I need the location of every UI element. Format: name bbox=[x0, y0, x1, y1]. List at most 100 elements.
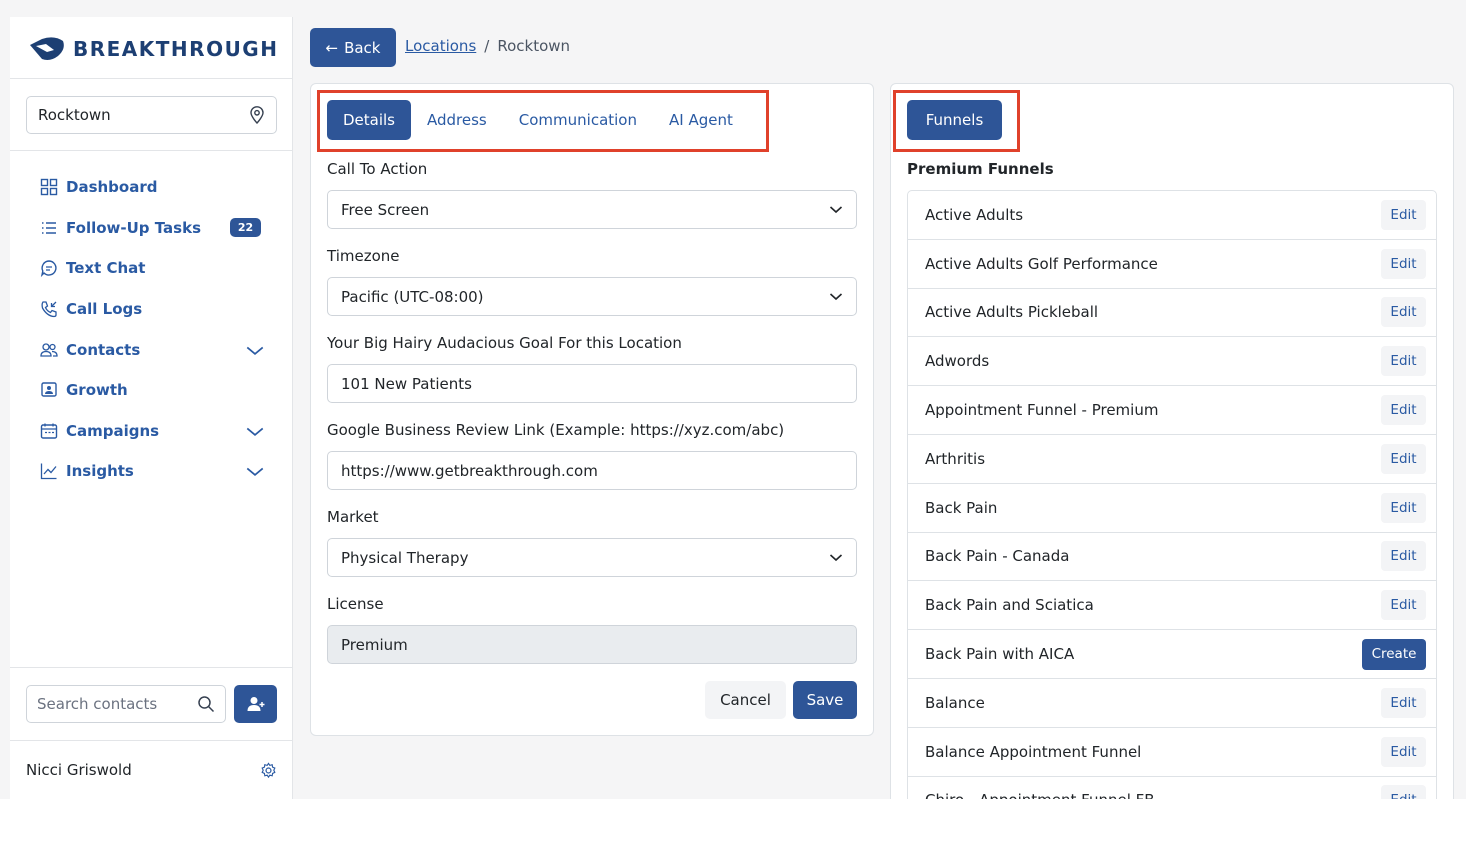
funnel-row: Chiro - Appointment Funnel FB Edit bbox=[908, 777, 1436, 799]
funnel-row: Adwords Edit bbox=[908, 337, 1436, 387]
arrow-left-icon: ← bbox=[325, 38, 339, 57]
section-title: Premium Funnels bbox=[907, 160, 1054, 178]
app-window: BREAKTHROUGH Rocktown Dashboard Follow-U… bbox=[0, 0, 1466, 799]
edit-funnel-button[interactable]: Edit bbox=[1381, 492, 1426, 523]
funnel-row: Back Pain - Canada Edit bbox=[908, 533, 1436, 582]
tabs-highlight-box bbox=[317, 90, 769, 152]
calendar-icon bbox=[40, 423, 58, 439]
funnel-name: Arthritis bbox=[925, 449, 986, 468]
funnel-row: Back Pain and Sciatica Edit bbox=[908, 581, 1436, 631]
save-button[interactable]: Save bbox=[793, 681, 857, 719]
review-link-input[interactable]: https://www.getbreakthrough.com bbox=[327, 451, 857, 490]
edit-funnel-button[interactable]: Edit bbox=[1381, 687, 1426, 718]
funnel-row: Active Adults Pickleball Edit bbox=[908, 289, 1436, 338]
chevron-down-icon[interactable] bbox=[246, 341, 264, 359]
user-plus-icon bbox=[247, 697, 264, 711]
chevron-down-icon[interactable] bbox=[246, 422, 264, 440]
nav-follow-up-tasks[interactable]: Follow-Up Tasks 22 bbox=[40, 208, 262, 249]
nav-call-logs[interactable]: Call Logs bbox=[40, 289, 262, 330]
main-nav: Dashboard Follow-Up Tasks 22 Text Chat C… bbox=[40, 167, 264, 492]
nav-label: Contacts bbox=[66, 340, 141, 359]
cancel-button[interactable]: Cancel bbox=[705, 681, 786, 719]
edit-funnel-button[interactable]: Edit bbox=[1381, 590, 1426, 621]
funnel-name: Active Adults Golf Performance bbox=[925, 254, 1158, 273]
nav-growth[interactable]: Growth bbox=[40, 370, 262, 411]
nav-label: Campaigns bbox=[66, 421, 160, 440]
location-selector[interactable]: Rocktown bbox=[26, 96, 277, 134]
nav-label: Text Chat bbox=[66, 259, 146, 278]
license-label: License bbox=[327, 595, 384, 613]
funnel-name: Back Pain with AICA bbox=[925, 645, 1075, 664]
market-value: Physical Therapy bbox=[341, 548, 469, 567]
search-icon[interactable] bbox=[197, 695, 215, 713]
goal-value: 101 New Patients bbox=[341, 374, 472, 393]
divider bbox=[10, 740, 293, 741]
funnel-name: Chiro - Appointment Funnel FB bbox=[925, 791, 1155, 799]
funnel-name: Active Adults bbox=[925, 205, 1024, 224]
funnels-highlight-box bbox=[893, 90, 1020, 152]
license-value: Premium bbox=[341, 635, 408, 654]
edit-funnel-button[interactable]: Edit bbox=[1381, 199, 1426, 230]
nav-campaigns[interactable]: Campaigns bbox=[40, 411, 264, 452]
funnel-row: Back Pain Edit bbox=[908, 484, 1436, 533]
nav-dashboard[interactable]: Dashboard bbox=[40, 167, 262, 208]
review-link-value: https://www.getbreakthrough.com bbox=[341, 461, 598, 480]
phone-icon bbox=[41, 301, 57, 318]
edit-funnel-button[interactable]: Edit bbox=[1381, 736, 1426, 767]
location-details-panel: Details Address Communication AI Agent C… bbox=[310, 83, 874, 736]
divider bbox=[10, 150, 293, 151]
users-icon bbox=[40, 343, 58, 357]
edit-funnel-button[interactable]: Edit bbox=[1381, 297, 1426, 328]
goal-label: Your Big Hairy Audacious Goal For this L… bbox=[327, 334, 682, 352]
chevron-down-icon[interactable] bbox=[246, 462, 264, 480]
chevron-down-icon bbox=[829, 554, 843, 562]
funnel-name: Adwords bbox=[925, 352, 990, 371]
cta-select[interactable]: Free Screen bbox=[327, 190, 857, 229]
nav-insights[interactable]: Insights bbox=[40, 451, 264, 492]
market-label: Market bbox=[327, 508, 379, 526]
breadcrumb-separator: / bbox=[484, 37, 490, 55]
nav-text-chat[interactable]: Text Chat bbox=[40, 248, 262, 289]
market-select[interactable]: Physical Therapy bbox=[327, 538, 857, 577]
nav-label: Follow-Up Tasks bbox=[66, 218, 202, 237]
location-name: Rocktown bbox=[38, 106, 111, 124]
chat-icon bbox=[40, 260, 57, 278]
edit-funnel-button[interactable]: Edit bbox=[1381, 346, 1426, 377]
search-input[interactable] bbox=[37, 695, 192, 713]
breadcrumb-locations-link[interactable]: Locations bbox=[405, 37, 476, 55]
funnel-row: Back Pain with AICA Create bbox=[908, 630, 1436, 679]
chart-icon bbox=[40, 463, 57, 480]
user-profile: Nicci Griswold bbox=[26, 757, 277, 783]
brand-logo[interactable]: BREAKTHROUGH bbox=[28, 35, 278, 63]
gear-icon[interactable] bbox=[260, 761, 277, 779]
edit-funnel-button[interactable]: Edit bbox=[1381, 395, 1426, 426]
funnel-name: Back Pain - Canada bbox=[925, 547, 1070, 566]
edit-funnel-button[interactable]: Edit bbox=[1381, 541, 1426, 572]
edit-funnel-button[interactable]: Edit bbox=[1381, 248, 1426, 279]
back-button[interactable]: ← Back bbox=[310, 28, 396, 67]
edit-funnel-button[interactable]: Edit bbox=[1381, 785, 1426, 799]
nav-label: Growth bbox=[66, 381, 128, 400]
funnel-name: Balance Appointment Funnel bbox=[925, 742, 1142, 761]
review-link-label: Google Business Review Link (Example: ht… bbox=[327, 421, 785, 439]
user-name: Nicci Griswold bbox=[26, 761, 132, 779]
divider bbox=[10, 78, 293, 79]
chevron-down-icon bbox=[829, 293, 843, 301]
add-contact-button[interactable] bbox=[234, 685, 277, 723]
search-contacts bbox=[26, 685, 226, 723]
map-pin-icon bbox=[250, 106, 264, 124]
edit-funnel-button[interactable]: Edit bbox=[1381, 443, 1426, 474]
funnel-name: Active Adults Pickleball bbox=[925, 303, 1099, 322]
funnels-panel: Funnels Premium Funnels Active Adults Edi… bbox=[890, 83, 1454, 799]
back-label: Back bbox=[344, 38, 381, 57]
funnel-row: Active Adults Golf Performance Edit bbox=[908, 240, 1436, 289]
nav-contacts[interactable]: Contacts bbox=[40, 329, 264, 370]
cta-value: Free Screen bbox=[341, 200, 430, 219]
breakthrough-logo-icon bbox=[30, 37, 64, 60]
nav-label: Dashboard bbox=[66, 178, 158, 197]
license-field: Premium bbox=[327, 625, 857, 664]
goal-input[interactable]: 101 New Patients bbox=[327, 364, 857, 403]
timezone-value: Pacific (UTC-08:00) bbox=[341, 287, 484, 306]
create-funnel-button[interactable]: Create bbox=[1362, 638, 1426, 670]
timezone-select[interactable]: Pacific (UTC-08:00) bbox=[327, 277, 857, 316]
